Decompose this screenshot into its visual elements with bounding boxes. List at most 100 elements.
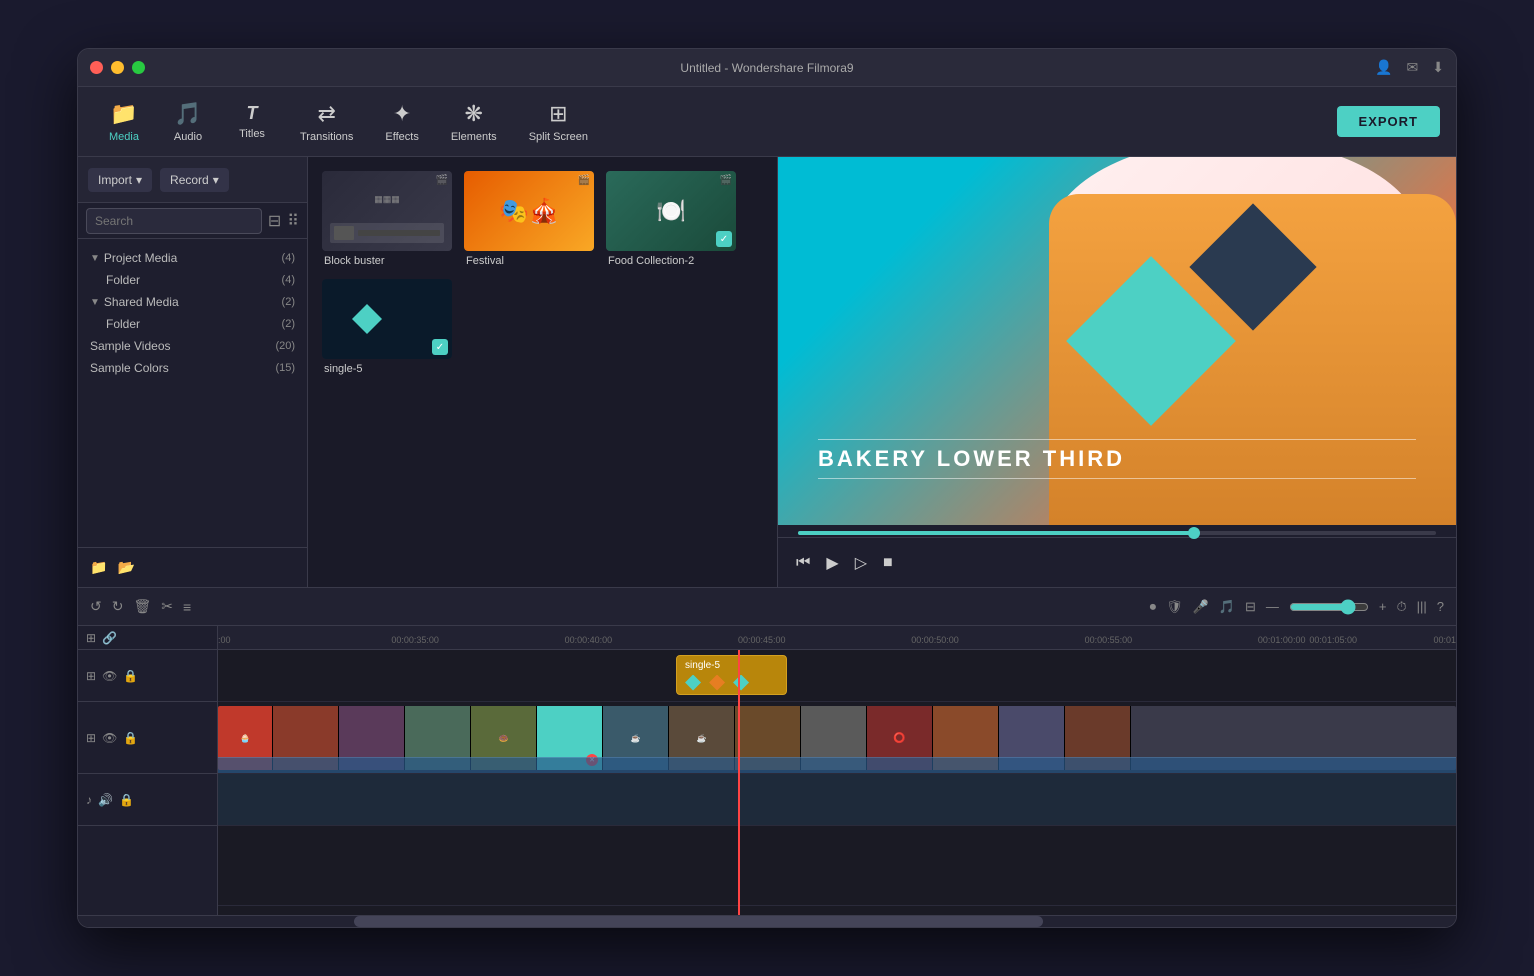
delete-button[interactable]: 🗑 bbox=[133, 598, 151, 615]
overlay-eye-icon[interactable]: 👁 bbox=[102, 669, 117, 683]
clip-diamond-3 bbox=[733, 675, 749, 691]
record-icon[interactable]: ⏺ bbox=[1150, 599, 1157, 615]
tree-item-folder-2[interactable]: Folder (2) bbox=[78, 313, 307, 335]
media-tree: ▼ Project Media (4) Folder (4) ▼ Shared … bbox=[78, 239, 307, 547]
media-thumb-food: 🍽️ 🎬 ✓ bbox=[606, 171, 736, 251]
timeline-scrollbar[interactable] bbox=[78, 915, 1456, 927]
media-label: Media bbox=[109, 131, 139, 143]
settings-icon[interactable]: ⊟ bbox=[1245, 599, 1256, 615]
window-title: Untitled - Wondershare Filmora9 bbox=[680, 61, 853, 75]
record-button[interactable]: Record ▾ bbox=[160, 168, 229, 192]
export-button[interactable]: EXPORT bbox=[1337, 106, 1440, 137]
skip-back-button[interactable]: ⏮ bbox=[790, 550, 816, 576]
overlay-lock-icon[interactable]: 🔒 bbox=[123, 669, 138, 683]
progress-thumb bbox=[1188, 527, 1200, 539]
columns-icon[interactable]: ||| bbox=[1417, 599, 1427, 614]
fit-button[interactable]: ⊞ bbox=[86, 631, 96, 645]
tree-item-project-media[interactable]: ▼ Project Media (4) bbox=[78, 247, 307, 269]
grid-icon[interactable]: ⠿ bbox=[287, 211, 299, 231]
play-forward-button[interactable]: ▷ bbox=[849, 549, 873, 577]
main-content: Import ▾ Record ▾ ⊟ ⠿ ▼ Project Media (4… bbox=[78, 157, 1456, 587]
audio-lock-icon[interactable]: 🔒 bbox=[119, 793, 134, 807]
media-grid: ▦▦▦ 🎬 Block buster 🎭🎪 🎬 Festival bbox=[308, 157, 777, 587]
track-controls: ⊞ 🔗 ⊞ 👁 🔒 ⊞ 👁 🔒 ♪ 🔊 bbox=[78, 626, 218, 915]
import-label: Import bbox=[98, 173, 132, 187]
tree-item-shared-media[interactable]: ▼ Shared Media (2) bbox=[78, 291, 307, 313]
progress-bar[interactable] bbox=[798, 531, 1436, 535]
titles-label: Titles bbox=[239, 128, 265, 140]
toolbar-item-audio[interactable]: 🎵 Audio bbox=[158, 95, 218, 149]
media-item-single5[interactable]: ✓ single-5 bbox=[322, 279, 452, 375]
filter-icon[interactable]: ⊟ bbox=[268, 211, 281, 231]
video-grid-icon[interactable]: ⊞ bbox=[86, 731, 96, 745]
stop-button[interactable]: ■ bbox=[877, 550, 899, 576]
ruler-tick-2: 00:00:35:00 bbox=[391, 635, 439, 645]
zoom-slider[interactable] bbox=[1289, 599, 1369, 615]
cut-button[interactable]: ✂ bbox=[161, 598, 173, 615]
overlay-clip[interactable]: single-5 bbox=[676, 655, 787, 695]
toolbar-item-elements[interactable]: ❋ Elements bbox=[437, 95, 511, 149]
toolbar-item-effects[interactable]: ✦ Effects bbox=[371, 95, 432, 149]
video-lock-icon[interactable]: 🔒 bbox=[123, 731, 138, 745]
minimize-button[interactable] bbox=[111, 61, 124, 74]
toolbar-item-media[interactable]: 📁 Media bbox=[94, 95, 154, 149]
media-item-festival[interactable]: 🎭🎪 🎬 Festival bbox=[464, 171, 594, 267]
link-button[interactable]: 🔗 bbox=[102, 631, 117, 645]
toolbar-item-transitions[interactable]: ⇄ Transitions bbox=[286, 95, 367, 149]
redo-button[interactable]: ↻ bbox=[112, 598, 124, 615]
clip-diamond-2 bbox=[709, 675, 725, 691]
toolbar-item-splitscreen[interactable]: ⊞ Split Screen bbox=[515, 95, 602, 149]
empty-track-row bbox=[218, 826, 1456, 906]
ruler-tick-4: 00:00:45:00 bbox=[738, 635, 786, 645]
tree-item-sample-colors[interactable]: Sample Colors (15) bbox=[78, 357, 307, 379]
add-sub-folder-button[interactable]: 📂 bbox=[117, 559, 134, 576]
import-button[interactable]: Import ▾ bbox=[88, 168, 152, 192]
music-icon[interactable]: 🎵 bbox=[1219, 599, 1235, 615]
search-input[interactable] bbox=[86, 208, 262, 234]
media-item-blockbuster[interactable]: ▦▦▦ 🎬 Block buster bbox=[322, 171, 452, 267]
close-button[interactable] bbox=[90, 61, 103, 74]
ruler-tick-6: 00:00:55:00 bbox=[1085, 635, 1133, 645]
tree-item-folder-1[interactable]: Folder (4) bbox=[78, 269, 307, 291]
audio-waveform bbox=[218, 757, 1456, 773]
video-eye-icon[interactable]: 👁 bbox=[102, 731, 117, 745]
help-icon[interactable]: ? bbox=[1437, 599, 1444, 614]
overlay-grid-icon[interactable]: ⊞ bbox=[86, 669, 96, 683]
toolbar-item-titles[interactable]: T Titles bbox=[222, 97, 282, 146]
timeline-toolbar: ↺ ↻ 🗑 ✂ ≡ ⏺ 🛡 🎤 🎵 ⊟ — + ⏱ ||| ? bbox=[78, 588, 1456, 626]
clock-icon[interactable]: ⏱ bbox=[1396, 599, 1406, 615]
panel-footer: 📁 📂 bbox=[78, 547, 307, 587]
add-folder-button[interactable]: 📁 bbox=[90, 559, 107, 576]
window-controls bbox=[90, 61, 145, 74]
folder-label: Folder bbox=[106, 273, 140, 287]
single5-label: single-5 bbox=[322, 363, 452, 375]
record-chevron-icon: ▾ bbox=[213, 173, 219, 187]
shield-icon[interactable]: 🛡 bbox=[1166, 599, 1183, 615]
list-button[interactable]: ≡ bbox=[183, 599, 191, 615]
title-bar: Untitled - Wondershare Filmora9 👤 ✉ ⬇ bbox=[78, 49, 1456, 87]
shared-count: (2) bbox=[282, 296, 295, 308]
arrow-icon-2: ▼ bbox=[90, 297, 100, 308]
mic-icon[interactable]: 🎤 bbox=[1193, 599, 1209, 615]
timeline-body: ⊞ 🔗 ⊞ 👁 🔒 ⊞ 👁 🔒 ♪ 🔊 bbox=[78, 626, 1456, 915]
effects-label: Effects bbox=[385, 131, 418, 143]
film-icon-3: 🎬 bbox=[720, 175, 732, 186]
tree-item-sample-videos[interactable]: Sample Videos (20) bbox=[78, 335, 307, 357]
mail-icon[interactable]: ✉ bbox=[1407, 59, 1419, 76]
scrollbar-thumb[interactable] bbox=[354, 916, 1043, 927]
minus-zoom-icon[interactable]: — bbox=[1266, 599, 1279, 614]
overlay-track-label: ⊞ 👁 🔒 bbox=[78, 650, 217, 702]
audio-speaker-icon[interactable]: 🔊 bbox=[98, 793, 113, 807]
sample-colors-label: Sample Colors bbox=[90, 361, 169, 375]
maximize-button[interactable] bbox=[132, 61, 145, 74]
play-button[interactable]: ▶ bbox=[820, 549, 844, 577]
festival-label: Festival bbox=[464, 255, 594, 267]
transitions-label: Transitions bbox=[300, 131, 353, 143]
plus-zoom-icon[interactable]: + bbox=[1379, 599, 1387, 614]
media-thumb-single5: ✓ bbox=[322, 279, 452, 359]
undo-button[interactable]: ↺ bbox=[90, 598, 102, 615]
download-icon[interactable]: ⬇ bbox=[1432, 59, 1444, 76]
user-icon[interactable]: 👤 bbox=[1375, 59, 1392, 76]
media-item-food[interactable]: 🍽️ 🎬 ✓ Food Collection-2 bbox=[606, 171, 736, 267]
audio-note-icon[interactable]: ♪ bbox=[86, 793, 92, 807]
